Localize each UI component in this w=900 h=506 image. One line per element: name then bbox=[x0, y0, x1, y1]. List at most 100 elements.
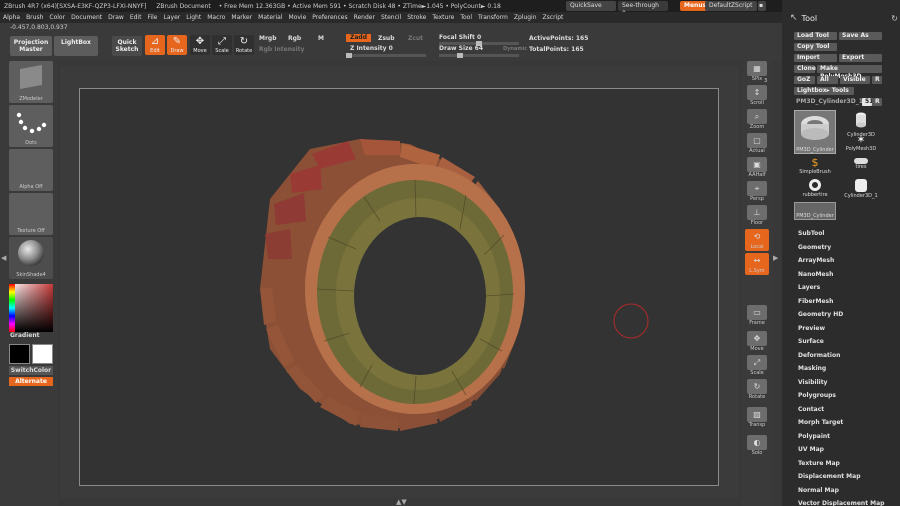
seethrough-slider[interactable]: See-through 0 bbox=[618, 1, 668, 17]
brush-slot[interactable]: ZModeler bbox=[9, 61, 53, 103]
tool-thumb-rubbertire[interactable]: rubbertire bbox=[794, 178, 836, 202]
view-lsym-button[interactable]: ↔ L.Sym bbox=[745, 253, 769, 275]
viewport[interactable] bbox=[79, 88, 719, 486]
clone-button[interactable]: Clone bbox=[794, 65, 816, 73]
menu-material[interactable]: Material bbox=[258, 14, 282, 21]
tool-palette-header[interactable]: ↖ Tool ↻ bbox=[790, 10, 898, 26]
view-aahalf-button[interactable]: ▣ AAHalf bbox=[745, 157, 769, 179]
z-intensity-track[interactable] bbox=[346, 53, 426, 58]
draw-size-slider[interactable]: Draw Size 64 bbox=[439, 45, 483, 52]
mrgb-toggle[interactable]: Mrgb bbox=[259, 35, 277, 42]
tool-thumb-tires[interactable]: tires bbox=[840, 158, 882, 178]
view-floor-button[interactable]: ⊥ Floor bbox=[745, 205, 769, 227]
m-toggle[interactable]: M bbox=[318, 35, 324, 42]
main-color-swatch[interactable] bbox=[9, 344, 30, 364]
refresh-icon[interactable]: ↻ bbox=[891, 14, 898, 23]
hue-strip[interactable] bbox=[9, 284, 15, 332]
default-zscript-button[interactable]: DefaultZScript bbox=[705, 1, 757, 11]
import-button[interactable]: Import bbox=[794, 54, 837, 62]
menu-layer[interactable]: Layer bbox=[164, 14, 181, 21]
subpalette-nanomesh[interactable]: NanoMesh bbox=[798, 271, 833, 278]
subpalette-vector-displacement-map[interactable]: Vector Displacement Map bbox=[798, 500, 884, 506]
all-button[interactable]: All bbox=[817, 76, 838, 84]
subpalette-morph-target[interactable]: Morph Target bbox=[798, 419, 843, 426]
tool-thumb-pm3d-cylinder[interactable]: PM3D_Cylinder bbox=[794, 110, 836, 154]
secondary-color-swatch[interactable] bbox=[32, 344, 53, 364]
menu-draw[interactable]: Draw bbox=[108, 14, 124, 21]
subpalette-displacement-map[interactable]: Displacement Map bbox=[798, 473, 861, 480]
view-rotate-button[interactable]: ↻ Rotate bbox=[745, 379, 769, 401]
view-move-button[interactable]: ✥ Move bbox=[745, 331, 769, 353]
menu-marker[interactable]: Marker bbox=[231, 14, 252, 21]
view-solo-button[interactable]: ◐ Solo bbox=[745, 435, 769, 457]
menu-stroke[interactable]: Stroke bbox=[407, 14, 426, 21]
copy-tool-button[interactable]: Copy Tool bbox=[794, 43, 837, 51]
menu-file[interactable]: File bbox=[147, 14, 157, 21]
save-as-button[interactable]: Save As bbox=[839, 32, 882, 40]
lightbox-tools-button[interactable]: Lightbox▸ Tools bbox=[794, 87, 854, 95]
menu-color[interactable]: Color bbox=[49, 14, 65, 21]
subpalette-uv-map[interactable]: UV Map bbox=[798, 446, 824, 453]
export-button[interactable]: Export bbox=[839, 54, 882, 62]
menu-macro[interactable]: Macro bbox=[207, 14, 225, 21]
collapse-icon[interactable]: ↖ bbox=[790, 13, 798, 23]
menu-brush[interactable]: Brush bbox=[26, 14, 43, 21]
view-scale-button[interactable]: ⤢ Scale bbox=[745, 355, 769, 377]
subpalette-contact[interactable]: Contact bbox=[798, 406, 824, 413]
subpalette-arraymesh[interactable]: ArrayMesh bbox=[798, 257, 834, 264]
subpalette-polygroups[interactable]: Polygroups bbox=[798, 392, 836, 399]
subpalette-normal-map[interactable]: Normal Map bbox=[798, 487, 839, 494]
subpalette-geometry-hd[interactable]: Geometry HD bbox=[798, 311, 843, 318]
subpalette-preview[interactable]: Preview bbox=[798, 325, 825, 332]
subpalette-polypaint[interactable]: Polypaint bbox=[798, 433, 830, 440]
bottom-tray-arrow-icon[interactable]: ▲▼ bbox=[396, 498, 407, 506]
rgb-intensity-slider[interactable]: Rgb Intensity bbox=[259, 46, 304, 53]
subpalette-masking[interactable]: Masking bbox=[798, 365, 826, 372]
zcut-toggle[interactable]: Zcut bbox=[408, 35, 423, 42]
scale-button[interactable]: ⤢ Scale bbox=[212, 35, 232, 55]
right-tray-arrow-icon[interactable]: ▶ bbox=[773, 254, 778, 262]
menu-document[interactable]: Document bbox=[71, 14, 102, 21]
left-tray-arrow-icon[interactable]: ◀ bbox=[1, 254, 6, 262]
menu-texture[interactable]: Texture bbox=[432, 14, 454, 21]
draw-size-track[interactable] bbox=[439, 53, 519, 58]
edit-button[interactable]: ⊿ Edit bbox=[145, 35, 165, 55]
make-polymesh-button[interactable]: Make PolyMesh3D bbox=[817, 65, 882, 80]
zsub-toggle[interactable]: Zsub bbox=[378, 35, 395, 42]
menu-stencil[interactable]: Stencil bbox=[381, 14, 401, 21]
texture-slot[interactable]: Texture Off bbox=[9, 193, 53, 235]
focal-shift-slider[interactable]: Focal Shift 0 bbox=[439, 34, 481, 41]
stroke-slot[interactable]: Dots bbox=[9, 105, 53, 147]
subpalette-deformation[interactable]: Deformation bbox=[798, 352, 840, 359]
goz-button[interactable]: GoZ bbox=[794, 76, 815, 84]
color-picker[interactable] bbox=[9, 284, 53, 332]
gradient-label[interactable]: Gradient bbox=[10, 332, 40, 339]
tool-thumb-simplebrush[interactable]: $ SimpleBrush bbox=[794, 156, 836, 178]
view-actual-button[interactable]: ▢ Actual bbox=[745, 133, 769, 155]
window-control-icon[interactable]: ▪ bbox=[758, 1, 766, 11]
view-frame-button[interactable]: ▭ Frame bbox=[745, 305, 769, 327]
menu-render[interactable]: Render bbox=[354, 14, 375, 21]
view-local-button[interactable]: ⟲ Local bbox=[745, 229, 769, 251]
subpalette-geometry[interactable]: Geometry bbox=[798, 244, 831, 251]
quicksave-button[interactable]: QuickSave bbox=[566, 1, 616, 11]
rgb-toggle[interactable]: Rgb bbox=[288, 35, 301, 42]
tool-thumb-polymesh3d[interactable]: ✶ PolyMesh3D bbox=[840, 134, 882, 156]
menu-zplugin[interactable]: Zplugin bbox=[514, 14, 537, 21]
draw-button[interactable]: ✎ Draw bbox=[167, 35, 187, 55]
alternate-button[interactable]: Alternate bbox=[9, 377, 53, 386]
alpha-slot[interactable]: Alpha Off bbox=[9, 149, 53, 191]
tire-mesh-model[interactable] bbox=[80, 89, 720, 487]
view-persp-button[interactable]: ⌖ Persp bbox=[745, 181, 769, 203]
quick-sketch-button[interactable]: Quick Sketch bbox=[112, 36, 142, 56]
projection-master-button[interactable]: Projection Master bbox=[10, 36, 52, 56]
menu-zscript[interactable]: Zscript bbox=[543, 14, 564, 21]
lightbox-button[interactable]: LightBox bbox=[54, 36, 98, 56]
material-slot[interactable]: SkinShade4 bbox=[9, 237, 53, 279]
menu-tool[interactable]: Tool bbox=[460, 14, 472, 21]
menu-transform[interactable]: Transform bbox=[478, 14, 508, 21]
subpalette-texture-map[interactable]: Texture Map bbox=[798, 460, 840, 467]
subpalette-layers[interactable]: Layers bbox=[798, 284, 820, 291]
dynamic-toggle[interactable]: Dynamic bbox=[503, 46, 527, 52]
subpalette-subtool[interactable]: SubTool bbox=[798, 230, 824, 237]
